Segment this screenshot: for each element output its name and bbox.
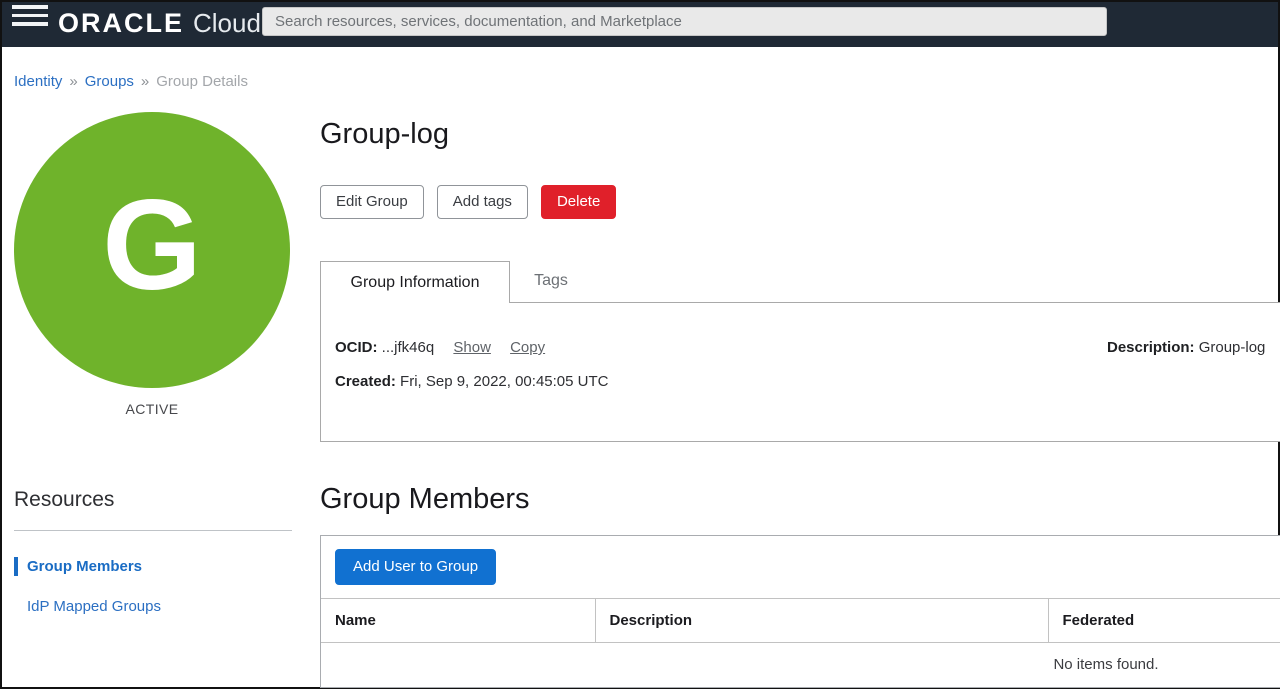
- ocid-show-link[interactable]: Show: [453, 339, 491, 356]
- tab-tags[interactable]: Tags: [510, 260, 592, 302]
- table-toolbar: Add User to Group: [321, 536, 1280, 598]
- group-information-panel: OCID: ...jfk46q Show Copy Created: Fri, …: [320, 302, 1280, 442]
- avatar-letter: G: [102, 182, 202, 318]
- breadcrumb-separator: »: [141, 73, 149, 90]
- ocid-value: ...jfk46q: [382, 339, 435, 356]
- sidebar-item-label: Group Members: [18, 557, 142, 576]
- hamburger-bar: [12, 5, 48, 9]
- empty-table-row: No items found.: [321, 643, 1280, 688]
- tab-group-information[interactable]: Group Information: [320, 261, 510, 303]
- main-content: Group-log Edit Group Add tags Delete Gro…: [320, 90, 1280, 688]
- created-label: Created:: [335, 373, 396, 390]
- sidebar-item-idp-mapped-groups[interactable]: IdP Mapped Groups: [14, 597, 320, 616]
- created-value: Fri, Sep 9, 2022, 00:45:05 UTC: [400, 373, 608, 390]
- sidebar-item-group-members[interactable]: Group Members: [14, 557, 320, 576]
- created-row: Created: Fri, Sep 9, 2022, 00:45:05 UTC: [335, 373, 1107, 390]
- resources-heading: Resources: [14, 488, 320, 512]
- oracle-cloud-console: { "topbar": { "logo_primary": "ORACLE", …: [0, 0, 1280, 689]
- hamburger-bar: [12, 22, 48, 26]
- ocid-copy-link[interactable]: Copy: [510, 339, 545, 356]
- table-header-row: Name Description Federated: [321, 599, 1280, 643]
- description-label: Description:: [1107, 339, 1195, 356]
- search-input[interactable]: [262, 7, 1107, 36]
- logo-cloud-text: Cloud: [193, 8, 261, 39]
- ocid-row: OCID: ...jfk46q Show Copy: [335, 339, 1107, 356]
- group-avatar-block: G ACTIVE: [14, 112, 290, 417]
- add-tags-button[interactable]: Add tags: [437, 185, 528, 219]
- top-navigation-bar: ORACLE Cloud: [2, 2, 1278, 47]
- page-content: G ACTIVE Resources Group Members IdP Map…: [2, 90, 1278, 688]
- status-badge: ACTIVE: [14, 401, 290, 417]
- delete-button[interactable]: Delete: [541, 185, 616, 219]
- description-row: Description: Group-log: [1107, 339, 1280, 356]
- page-title: Group-log: [320, 118, 1280, 151]
- description-value: Group-log: [1199, 339, 1266, 356]
- group-members-card: Add User to Group Name Description Feder…: [320, 535, 1280, 688]
- resources-divider: [14, 530, 292, 531]
- column-header-description: Description: [595, 599, 1048, 643]
- add-user-to-group-button[interactable]: Add User to Group: [335, 549, 496, 585]
- group-avatar: G: [14, 112, 290, 388]
- left-sidebar: G ACTIVE Resources Group Members IdP Map…: [2, 90, 320, 616]
- edit-group-button[interactable]: Edit Group: [320, 185, 424, 219]
- hamburger-bar: [12, 14, 48, 18]
- breadcrumb-current-page: Group Details: [156, 73, 248, 90]
- breadcrumb-link-groups[interactable]: Groups: [85, 73, 134, 90]
- action-buttons-row: Edit Group Add tags Delete: [320, 185, 1280, 219]
- sidebar-item-label: IdP Mapped Groups: [14, 597, 161, 616]
- group-info-right-column: Description: Group-log: [1107, 303, 1280, 441]
- group-info-left-column: OCID: ...jfk46q Show Copy Created: Fri, …: [321, 303, 1107, 441]
- breadcrumb: Identity » Groups » Group Details: [14, 73, 1278, 90]
- column-header-federated: Federated: [1048, 599, 1280, 643]
- logo-oracle-text: ORACLE: [58, 8, 184, 39]
- breadcrumb-link-identity[interactable]: Identity: [14, 73, 62, 90]
- hamburger-menu-icon[interactable]: [12, 3, 48, 33]
- group-members-heading: Group Members: [320, 483, 1280, 516]
- breadcrumb-separator: »: [69, 73, 77, 90]
- tab-bar: Group Information Tags: [320, 260, 1280, 302]
- ocid-label: OCID:: [335, 339, 378, 356]
- column-header-name: Name: [321, 599, 595, 643]
- oracle-cloud-logo: ORACLE Cloud: [58, 8, 261, 39]
- no-items-message: No items found.: [321, 643, 1280, 688]
- group-members-table: Name Description Federated No items foun…: [321, 598, 1280, 687]
